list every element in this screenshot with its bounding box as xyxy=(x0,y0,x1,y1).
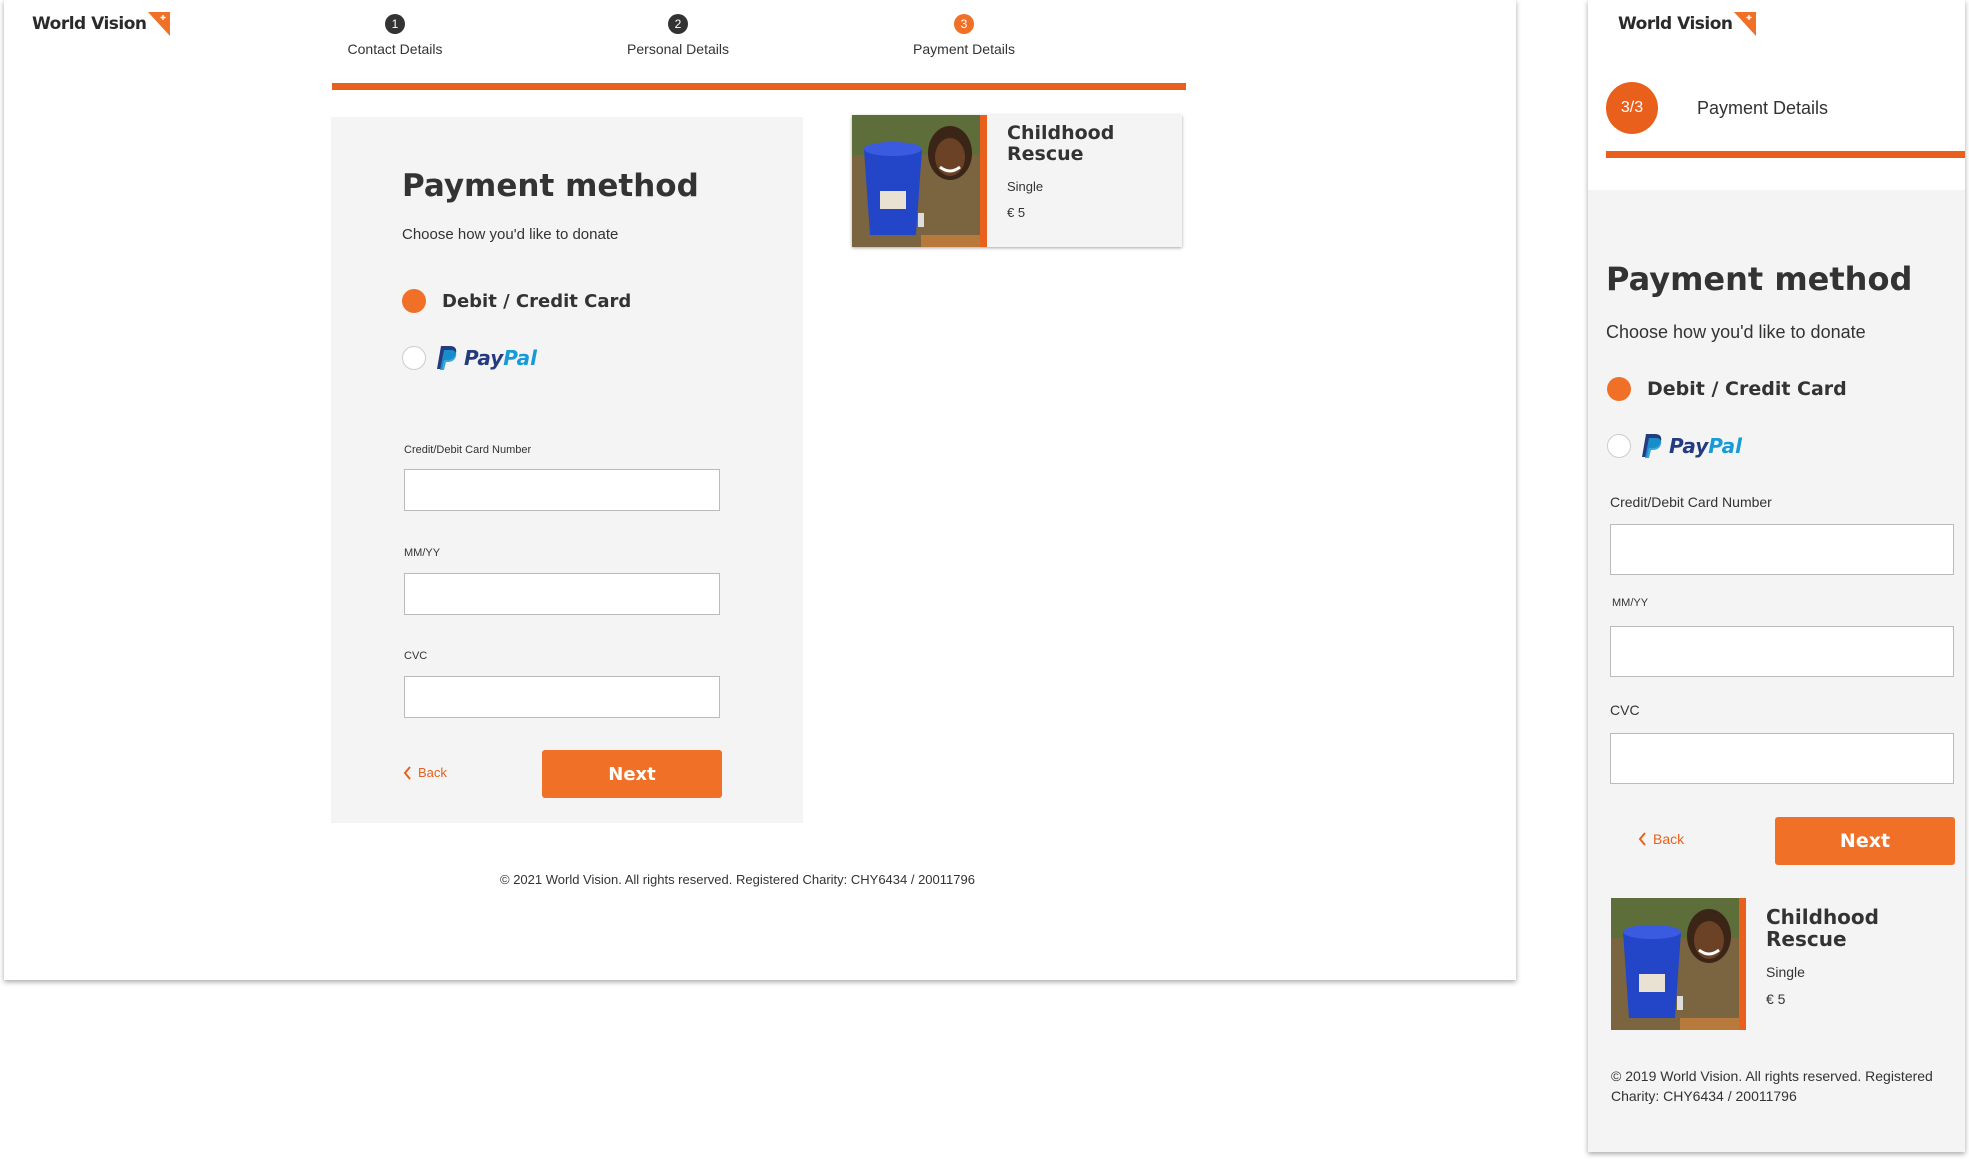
expiry-input[interactable] xyxy=(1610,626,1954,677)
next-button[interactable]: Next xyxy=(542,750,722,798)
back-label: Back xyxy=(418,765,447,780)
next-button[interactable]: Next xyxy=(1775,817,1955,865)
product-title: Childhood Rescue xyxy=(1007,122,1115,166)
back-link[interactable]: Back xyxy=(1638,831,1684,847)
page-subtitle: Choose how you'd like to donate xyxy=(402,226,619,243)
option-card[interactable]: Debit / Credit Card xyxy=(402,289,631,313)
radio-card[interactable] xyxy=(402,289,426,313)
product-title: Childhood Rescue xyxy=(1766,905,1879,952)
mobile-step-indicator: 3/3 Payment Details xyxy=(1606,82,1828,134)
paypal-logo: Pay Pal xyxy=(436,344,537,372)
step-label: Payment Details xyxy=(1697,97,1829,118)
world-vision-logo-icon xyxy=(1733,12,1756,40)
page-subtitle: Choose how you'd like to donate xyxy=(1606,322,1866,342)
option-paypal[interactable]: Pay Pal xyxy=(402,344,537,372)
chevron-left-icon xyxy=(403,765,411,780)
mobile-view: World Vision 3/3 Payment Details Payment… xyxy=(1588,0,1965,1152)
option-paypal[interactable]: Pay Pal xyxy=(1607,432,1742,460)
step-badge: 3/3 xyxy=(1606,82,1658,134)
cvc-input[interactable] xyxy=(1610,733,1954,784)
logo-text: World Vision xyxy=(32,14,147,34)
step-label: Contact Details xyxy=(347,41,443,57)
product-amount: € 5 xyxy=(1766,990,1786,1007)
card-number-label: Credit/Debit Card Number xyxy=(1610,494,1772,510)
cvc-label: CVC xyxy=(1610,702,1640,718)
chevron-left-icon xyxy=(1638,832,1646,846)
product-frequency: Single xyxy=(1007,178,1044,194)
desktop-view: World Vision 1 Contact Details 2 Persona… xyxy=(4,0,1516,980)
step-number: 2 xyxy=(668,14,688,34)
child-photo xyxy=(1611,898,1746,1030)
footer-copyright: © 2021 World Vision. All rights reserved… xyxy=(500,872,975,887)
paypal-text-pay: Pay xyxy=(464,346,504,370)
option-card-label: Debit / Credit Card xyxy=(442,290,632,312)
child-photo xyxy=(852,115,987,247)
payment-panel: Payment method Choose how you'd like to … xyxy=(331,117,803,823)
step-label: Payment Details xyxy=(913,41,1015,57)
radio-paypal[interactable] xyxy=(1607,434,1631,458)
expiry-input[interactable] xyxy=(404,573,720,615)
paypal-logo-icon xyxy=(1642,434,1662,458)
card-number-input[interactable] xyxy=(404,469,720,511)
donation-summary-card: Childhood Rescue Single € 5 xyxy=(852,115,1182,247)
step-personal-details: 2 Personal Details xyxy=(598,14,758,57)
world-vision-logo[interactable]: World Vision xyxy=(32,12,170,40)
cvc-input[interactable] xyxy=(404,676,720,718)
step-number: 1 xyxy=(385,14,405,34)
product-frequency: Single xyxy=(1766,963,1805,980)
cvc-label: CVC xyxy=(404,650,428,662)
expiry-label: MM/YY xyxy=(404,547,441,559)
logo-text: World Vision xyxy=(1618,14,1733,34)
card-number-label: Credit/Debit Card Number xyxy=(404,444,532,456)
page-title: Payment method xyxy=(1606,260,1913,298)
payment-panel: Payment method Choose how you'd like to … xyxy=(1588,190,1965,1152)
back-label: Back xyxy=(1653,831,1685,847)
expiry-label: MM/YY xyxy=(1612,597,1649,609)
option-card[interactable]: Debit / Credit Card xyxy=(1607,377,1847,401)
paypal-text-pal: Pal xyxy=(1708,434,1743,458)
progress-bar xyxy=(332,83,1186,90)
world-vision-logo[interactable]: World Vision xyxy=(1618,12,1756,40)
footer-copyright: © 2019 World Vision. All rights reserved… xyxy=(1611,1068,1933,1105)
step-contact-details: 1 Contact Details xyxy=(315,14,475,57)
paypal-logo-icon xyxy=(437,346,457,370)
step-number: 3 xyxy=(954,14,974,34)
page-title: Payment method xyxy=(402,168,699,204)
world-vision-logo-icon xyxy=(147,12,170,40)
step-label: Personal Details xyxy=(627,41,729,57)
paypal-logo: Pay Pal xyxy=(1641,432,1742,460)
paypal-text-pay: Pay xyxy=(1669,434,1709,458)
radio-card[interactable] xyxy=(1607,377,1631,401)
card-number-input[interactable] xyxy=(1610,524,1954,575)
option-card-label: Debit / Credit Card xyxy=(1647,378,1847,400)
radio-paypal[interactable] xyxy=(402,346,426,370)
step-payment-details: 3 Payment Details xyxy=(884,14,1044,57)
progress-bar xyxy=(1606,151,1965,158)
paypal-text-pal: Pal xyxy=(503,346,538,370)
donation-summary-card: Childhood Rescue Single € 5 xyxy=(1611,898,1941,1030)
back-link[interactable]: Back xyxy=(403,765,447,780)
product-amount: € 5 xyxy=(1007,204,1026,220)
